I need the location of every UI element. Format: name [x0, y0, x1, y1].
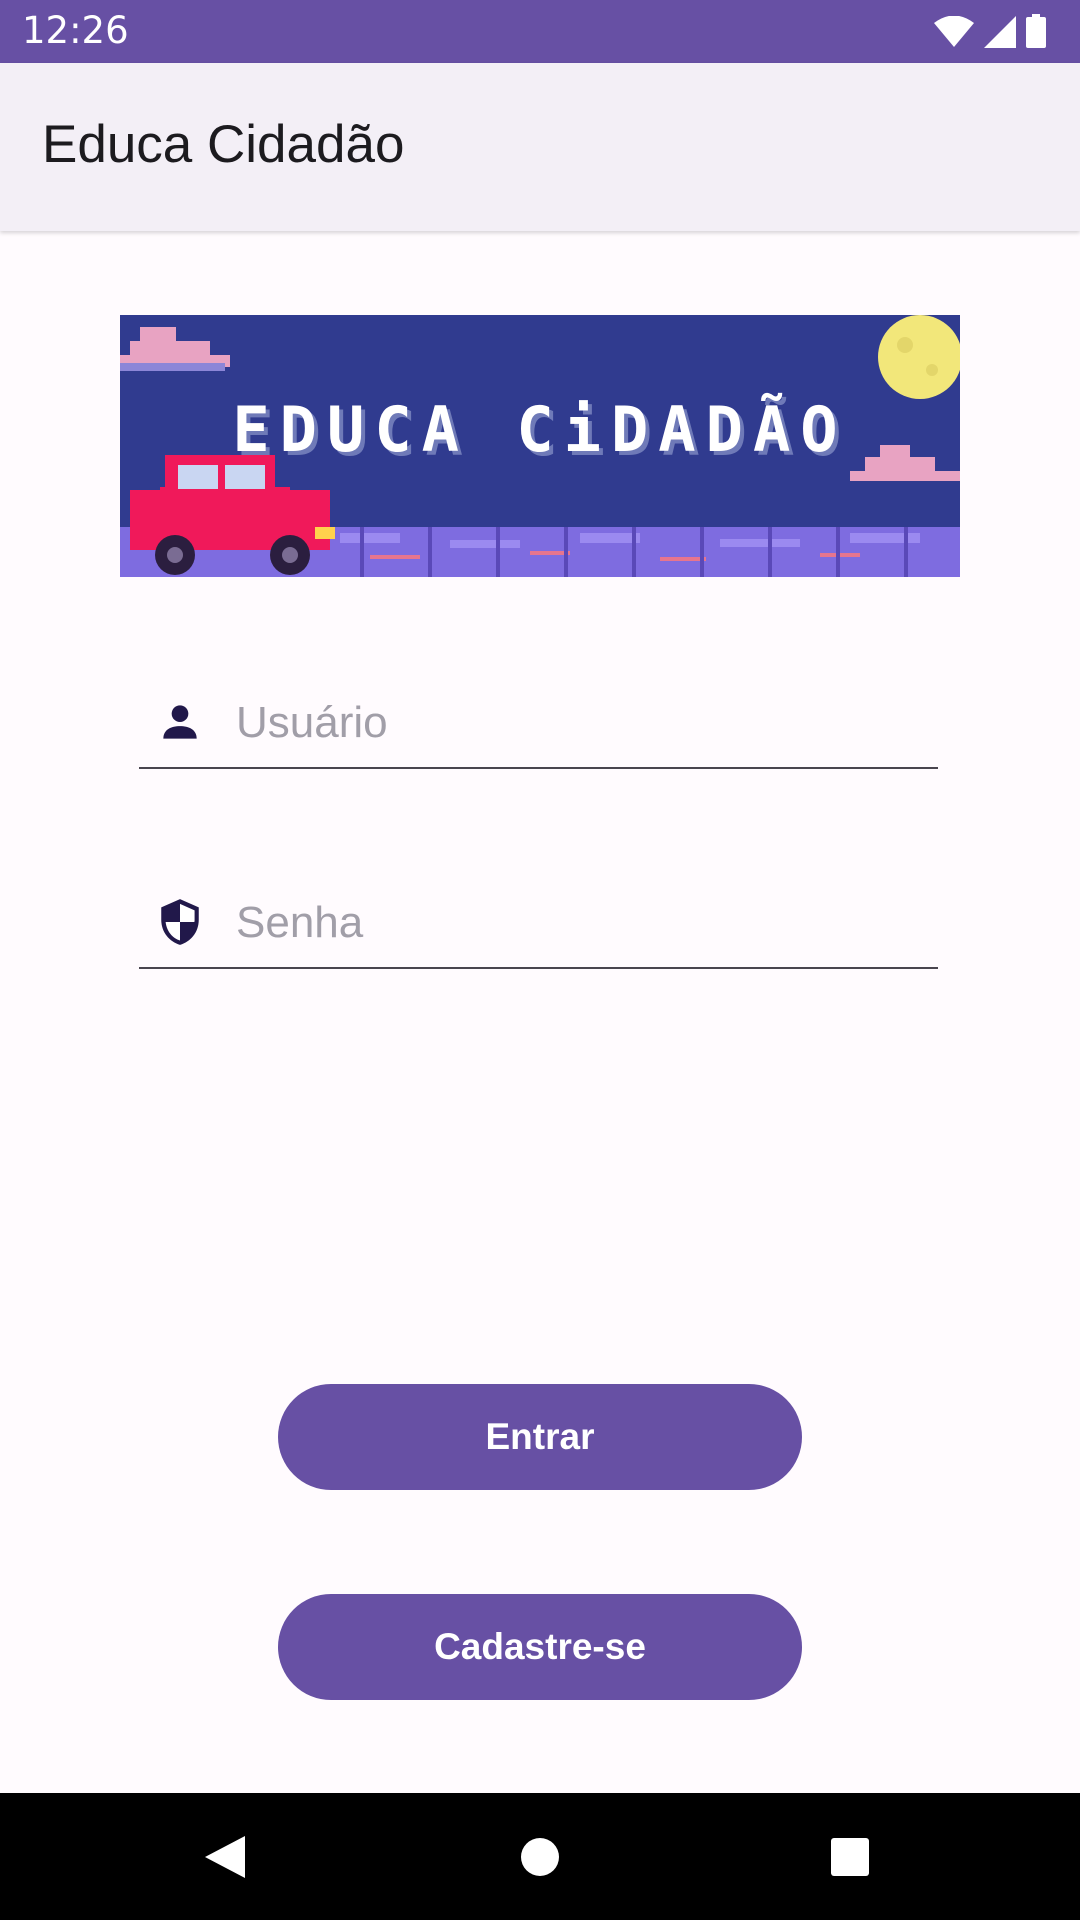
recents-icon: [831, 1838, 869, 1876]
username-field[interactable]: [139, 677, 938, 769]
signup-button[interactable]: Cadastre-se: [278, 1594, 802, 1700]
password-field[interactable]: [139, 877, 938, 969]
navigation-bar: [0, 1793, 1080, 1920]
recents-button[interactable]: [814, 1821, 886, 1893]
app-bar: Educa Cidadão: [0, 63, 1080, 231]
battery-icon: [1026, 14, 1046, 48]
enter-button[interactable]: Entrar: [278, 1384, 802, 1490]
back-button[interactable]: [188, 1821, 260, 1893]
status-icons: [934, 14, 1046, 48]
app-title: Educa Cidadão: [42, 115, 405, 174]
signal-icon: [984, 16, 1016, 48]
shield-icon: [161, 899, 199, 945]
banner-logo: EDUCA CiDADÃO: [120, 315, 960, 577]
back-icon: [205, 1836, 245, 1878]
home-icon: [521, 1838, 559, 1876]
person-icon: [163, 705, 197, 739]
wifi-icon: [934, 16, 974, 47]
status-time: 12:26: [22, 9, 129, 52]
home-button[interactable]: [504, 1821, 576, 1893]
banner-logo-text: EDUCA CiDADÃO: [232, 393, 848, 466]
username-input[interactable]: [234, 687, 928, 759]
status-bar: 12:26: [0, 0, 1080, 63]
password-input[interactable]: [234, 887, 928, 959]
